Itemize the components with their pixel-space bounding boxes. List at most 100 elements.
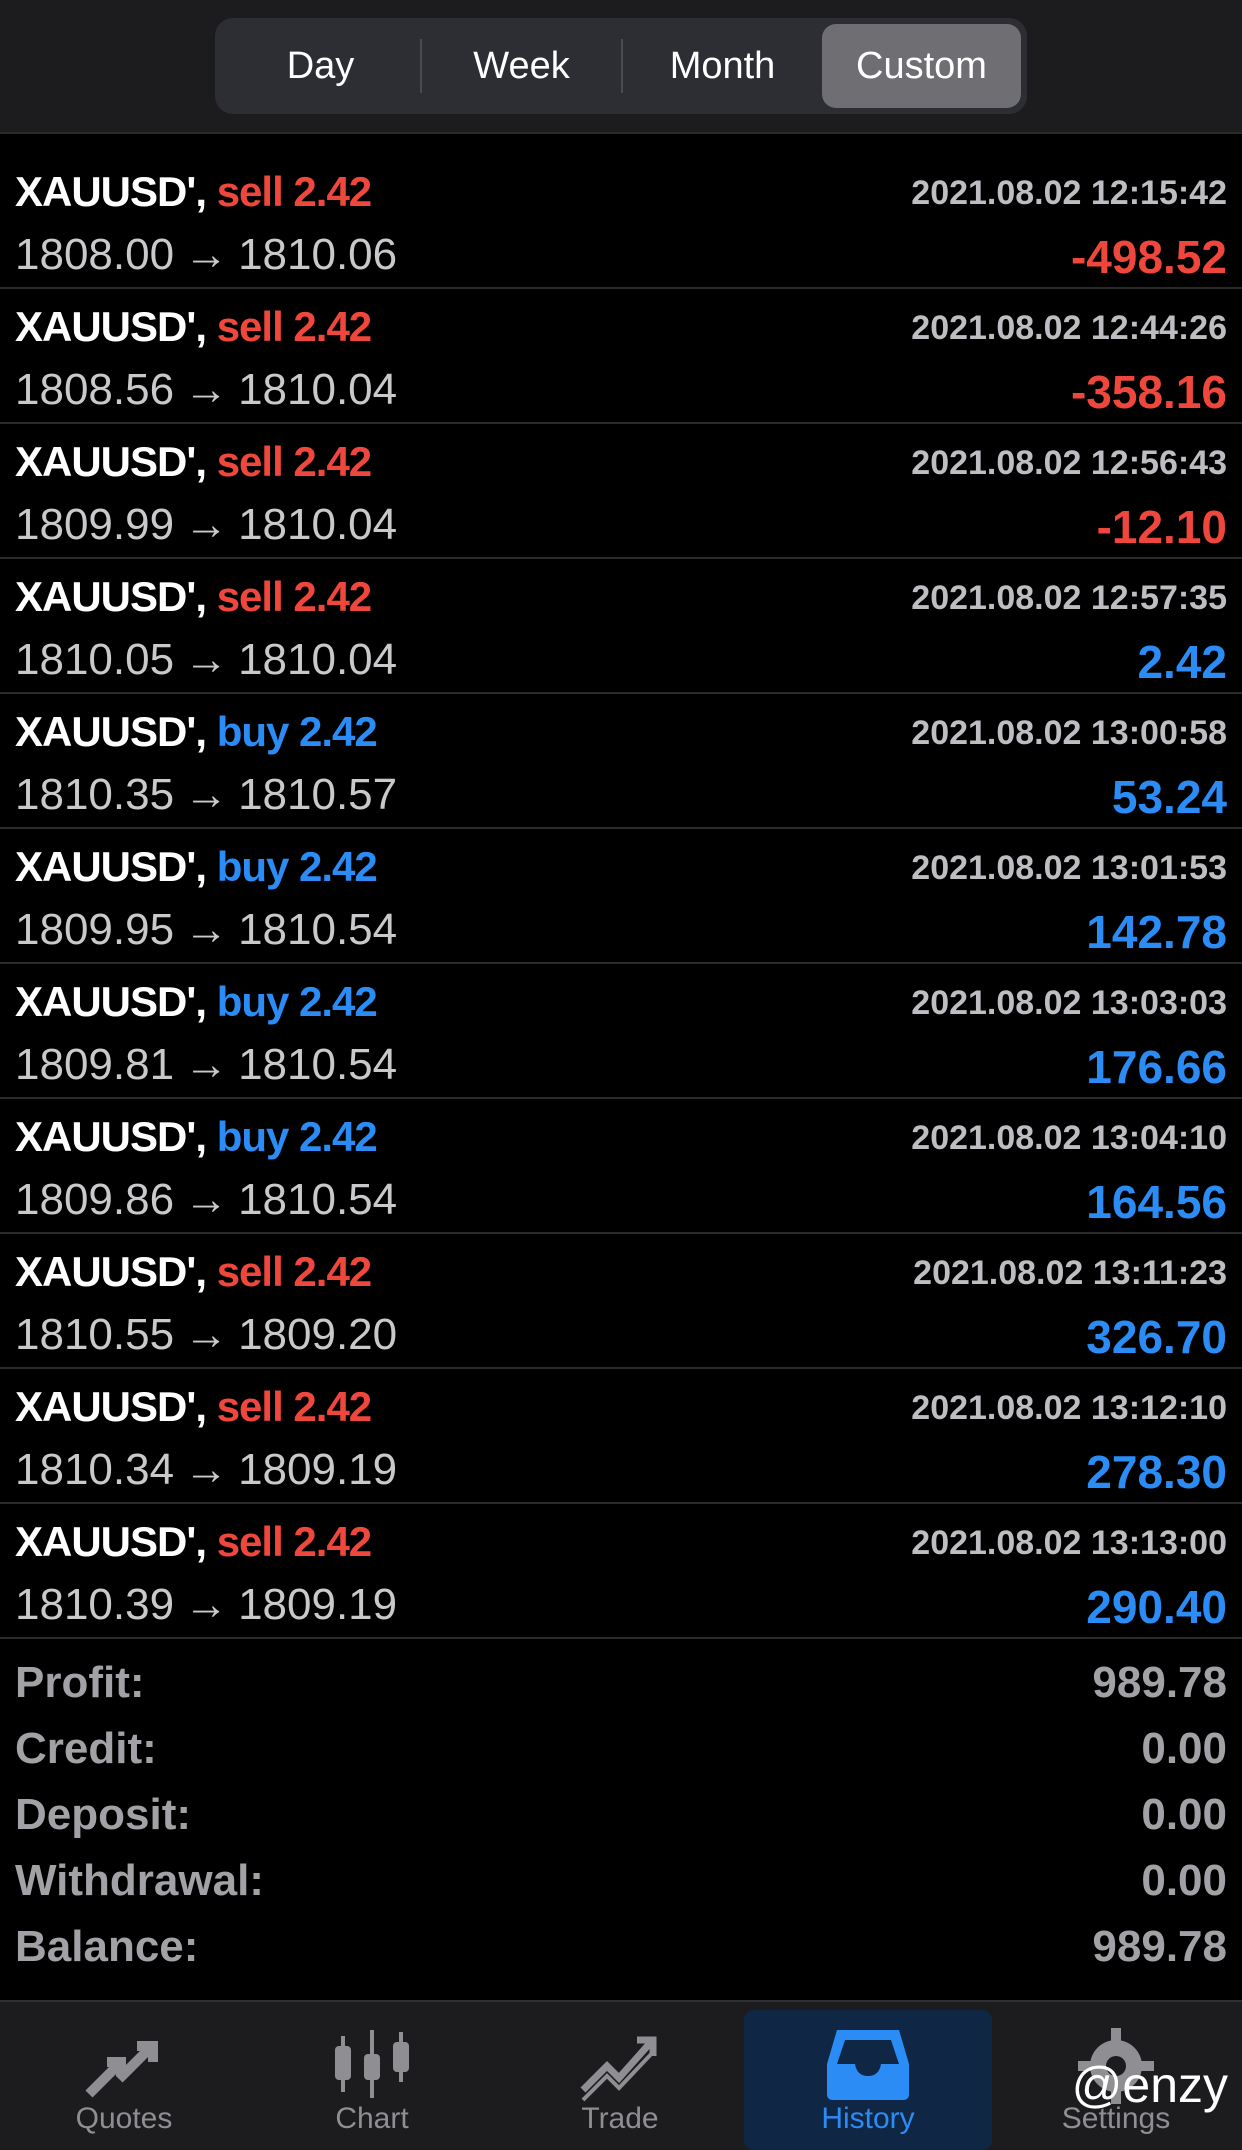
separator-space bbox=[283, 438, 294, 485]
right-arrow-icon: → bbox=[184, 500, 229, 549]
summary-withdrawal-row: Withdrawal: 0.00 bbox=[0, 1850, 1242, 1916]
tab-chart[interactable]: Chart bbox=[248, 2002, 496, 2150]
open-price: 1808.00 bbox=[15, 230, 175, 279]
trade-header: XAUUSD', buy 2.42 bbox=[15, 1113, 378, 1161]
segment-custom[interactable]: Custom bbox=[822, 24, 1021, 108]
right-arrow-icon: → bbox=[184, 230, 229, 279]
separator-space bbox=[283, 303, 294, 350]
trade-symbol: XAUUSD' bbox=[15, 168, 196, 215]
close-price: 1810.04 bbox=[238, 365, 398, 414]
trade-symbol: XAUUSD' bbox=[15, 978, 196, 1025]
summary-withdrawal-label: Withdrawal: bbox=[15, 1856, 264, 1905]
right-arrow-icon: → bbox=[184, 905, 229, 954]
separator-space bbox=[283, 168, 294, 215]
trade-time: 2021.08.02 12:57:35 bbox=[911, 579, 1227, 617]
trade-header: XAUUSD', sell 2.42 bbox=[15, 1248, 372, 1296]
trade-volume: 2.42 bbox=[293, 1383, 372, 1430]
close-price: 1810.06 bbox=[238, 230, 398, 279]
trade-profit: -498.52 bbox=[1070, 231, 1227, 283]
trade-prices: 1810.39 → 1809.19 bbox=[15, 1580, 397, 1630]
segment-day[interactable]: Day bbox=[221, 24, 420, 108]
symbol-separator: , bbox=[195, 843, 217, 890]
tab-trade[interactable]: Trade bbox=[496, 2002, 744, 2150]
trade-history-list: XAUUSD', sell 2.42 2021.08.02 12:15:42 180… bbox=[0, 154, 1242, 1639]
segment-week[interactable]: Week bbox=[422, 24, 621, 108]
trade-volume: 2.42 bbox=[299, 708, 378, 755]
close-price: 1810.54 bbox=[238, 1040, 398, 1089]
open-price: 1809.95 bbox=[15, 905, 175, 954]
trade-row[interactable]: XAUUSD', buy 2.42 2021.08.02 13:04:10 1809… bbox=[0, 1099, 1242, 1234]
symbol-separator: , bbox=[195, 303, 217, 350]
open-price: 1809.81 bbox=[15, 1040, 175, 1089]
right-arrow-icon: → bbox=[184, 1175, 229, 1224]
trade-side: sell bbox=[216, 438, 284, 485]
trade-profit: 290.40 bbox=[1086, 1581, 1227, 1633]
right-arrow-icon: → bbox=[184, 1310, 229, 1359]
trade-header: XAUUSD', sell 2.42 bbox=[15, 1383, 372, 1431]
summary-credit-row: Credit: 0.00 bbox=[0, 1718, 1242, 1784]
trade-symbol: XAUUSD' bbox=[15, 1113, 196, 1160]
trade-row[interactable]: XAUUSD', buy 2.42 2021.08.02 13:00:58 1810… bbox=[0, 694, 1242, 829]
close-price: 1810.04 bbox=[238, 500, 398, 549]
summary-profit-value: 989.78 bbox=[1092, 1658, 1227, 1707]
trade-profit: 278.30 bbox=[1086, 1446, 1227, 1498]
trade-volume: 2.42 bbox=[299, 978, 378, 1025]
trade-row[interactable]: XAUUSD', sell 2.42 2021.08.02 12:15:42 180… bbox=[0, 154, 1242, 289]
trade-prices: 1810.05 → 1810.04 bbox=[15, 635, 397, 685]
trade-row[interactable]: XAUUSD', buy 2.42 2021.08.02 13:01:53 1809… bbox=[0, 829, 1242, 964]
trade-row[interactable]: XAUUSD', sell 2.42 2021.08.02 12:56:43 180… bbox=[0, 424, 1242, 559]
symbol-separator: , bbox=[195, 708, 217, 755]
separator-space bbox=[288, 708, 299, 755]
trade-header: XAUUSD', sell 2.42 bbox=[15, 1518, 372, 1566]
trade-symbol: XAUUSD' bbox=[15, 303, 196, 350]
close-price: 1810.54 bbox=[238, 905, 398, 954]
tab-quotes-label: Quotes bbox=[75, 2102, 173, 2135]
trade-prices: 1810.34 → 1809.19 bbox=[15, 1445, 397, 1495]
trade-volume: 2.42 bbox=[293, 303, 372, 350]
trade-side: sell bbox=[216, 303, 284, 350]
open-price: 1810.35 bbox=[15, 770, 175, 819]
symbol-separator: , bbox=[195, 1113, 217, 1160]
candlestick-chart-icon bbox=[335, 2030, 409, 2098]
trade-row[interactable]: XAUUSD', sell 2.42 2021.08.02 12:57:35 181… bbox=[0, 559, 1242, 694]
close-price: 1809.20 bbox=[238, 1310, 398, 1359]
trade-volume: 2.42 bbox=[293, 573, 372, 620]
summary-credit-label: Credit: bbox=[15, 1724, 157, 1773]
separator-space bbox=[283, 1518, 294, 1565]
trade-prices: 1809.86 → 1810.54 bbox=[15, 1175, 397, 1225]
trade-row[interactable]: XAUUSD', sell 2.42 2021.08.02 13:12:10 181… bbox=[0, 1369, 1242, 1504]
right-arrow-icon: → bbox=[184, 365, 229, 414]
segment-month[interactable]: Month bbox=[623, 24, 822, 108]
trade-row[interactable]: XAUUSD', sell 2.42 2021.08.02 12:44:26 180… bbox=[0, 289, 1242, 424]
tab-history[interactable]: History bbox=[744, 2010, 992, 2150]
trade-row[interactable]: XAUUSD', sell 2.42 2021.08.02 13:13:00 181… bbox=[0, 1504, 1242, 1639]
close-price: 1809.19 bbox=[238, 1445, 398, 1494]
right-arrow-icon: → bbox=[184, 1445, 229, 1494]
trade-time: 2021.08.02 13:03:03 bbox=[911, 984, 1227, 1022]
tab-quotes[interactable]: Quotes bbox=[0, 2002, 248, 2150]
trade-symbol: XAUUSD' bbox=[15, 1248, 196, 1295]
symbol-separator: , bbox=[195, 168, 217, 215]
trade-profit: 142.78 bbox=[1086, 906, 1227, 958]
open-price: 1810.05 bbox=[15, 635, 175, 684]
trade-side: buy bbox=[216, 708, 290, 755]
trade-profit: 164.56 bbox=[1086, 1176, 1227, 1228]
summary-balance-value: 989.78 bbox=[1092, 1922, 1227, 1971]
trade-row[interactable]: XAUUSD', buy 2.42 2021.08.02 13:03:03 1809… bbox=[0, 964, 1242, 1099]
separator-space bbox=[283, 1248, 294, 1295]
summary-profit-label: Profit: bbox=[15, 1658, 145, 1707]
trade-time: 2021.08.02 13:00:58 bbox=[911, 714, 1227, 752]
trade-volume: 2.42 bbox=[293, 438, 372, 485]
trade-profit: -12.10 bbox=[1096, 501, 1227, 553]
symbol-separator: , bbox=[195, 1248, 217, 1295]
trade-row[interactable]: XAUUSD', sell 2.42 2021.08.02 13:11:23 181… bbox=[0, 1234, 1242, 1369]
symbol-separator: , bbox=[195, 978, 217, 1025]
symbol-separator: , bbox=[195, 573, 217, 620]
trade-header: XAUUSD', sell 2.42 bbox=[15, 438, 372, 486]
symbol-separator: , bbox=[195, 438, 217, 485]
open-price: 1810.39 bbox=[15, 1580, 175, 1629]
trade-side: sell bbox=[216, 573, 284, 620]
trade-side: sell bbox=[216, 1518, 284, 1565]
trade-side: sell bbox=[216, 1248, 284, 1295]
separator-space bbox=[288, 843, 299, 890]
